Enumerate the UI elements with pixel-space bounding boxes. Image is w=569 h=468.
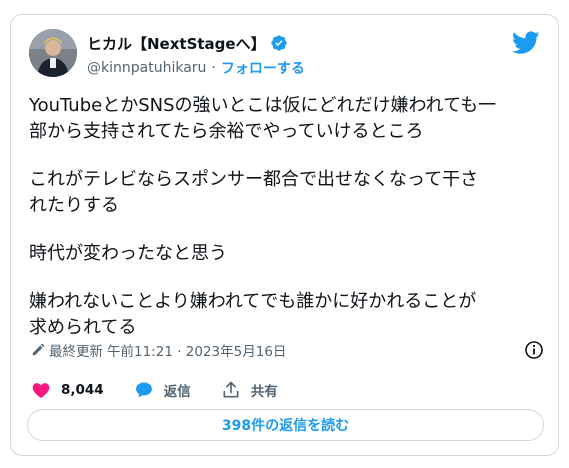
like-count: 8,044 [61, 382, 104, 398]
edit-pencil-icon [32, 343, 45, 356]
author-handle[interactable]: @kinnpatuhikaru [87, 60, 206, 76]
tweet-line: YouTubeとかSNSの強いとこは仮にどれだけ嫌われても一 [29, 95, 497, 116]
tweet-paragraph: 嫌われないことより嫌われてでも誰かに好かれることが 求められてる [29, 289, 542, 341]
info-icon[interactable] [524, 340, 544, 360]
share-icon [223, 381, 239, 398]
author-names: ヒカル【NextStageへ】 @kinnpatuhikaru · フォローする [87, 32, 305, 78]
tweet-line: これがテレビならスポンサー都合で出せなくなって干さ [29, 169, 479, 190]
reply-label: 返信 [163, 384, 191, 400]
tweet-text: YouTubeとかSNSの強いとこは仮にどれだけ嫌われても一 部から支持されてた… [29, 93, 542, 363]
tweet-line: れたりする [29, 195, 119, 216]
tweet-line: 時代が変わったなと思う [29, 243, 227, 264]
heart-icon [32, 383, 50, 398]
tweet-line: 部から支持されてたら余裕でやっていけるところ [29, 121, 424, 142]
reply-bubble-icon [135, 382, 152, 398]
tweet-paragraph: これがテレビならスポンサー都合で出せなくなって干さ れたりする [29, 167, 542, 219]
read-replies-button[interactable]: 398件の返信を読む [27, 409, 544, 441]
like-action[interactable]: 8,044 [31, 380, 104, 400]
tweet-meta: 最終更新 午前11:21 · 2023年5月16日 [31, 339, 544, 361]
tweet-line: 嫌われないことより嫌われてでも誰かに好かれることが [29, 291, 477, 312]
tweet-line: 求められてる [29, 317, 137, 338]
tweet-card[interactable]: ヒカル【NextStageへ】 @kinnpatuhikaru · フォローする… [10, 14, 559, 456]
tweet-paragraph: YouTubeとかSNSの強いとこは仮にどれだけ嫌われても一 部から支持されてた… [29, 93, 542, 145]
tweet-paragraph: 時代が変わったなと思う [29, 241, 542, 267]
tweet-actions: 8,044 返信 共有 [31, 379, 544, 401]
author-display-name[interactable]: ヒカル【NextStageへ】 [87, 33, 266, 54]
follow-button[interactable]: フォローする [221, 58, 305, 78]
handle-separator: · [211, 60, 216, 76]
reply-action[interactable]: 返信 [134, 380, 191, 400]
share-action[interactable]: 共有 [221, 380, 278, 400]
edited-label[interactable]: 最終更新 [49, 340, 103, 360]
author-avatar[interactable] [29, 29, 77, 77]
twitter-bird-icon[interactable] [512, 31, 540, 55]
verified-badge-icon [270, 35, 287, 51]
tweet-timestamp[interactable]: 午前11:21 · 2023年5月16日 [107, 340, 286, 360]
share-label: 共有 [250, 384, 278, 400]
tweet-header: ヒカル【NextStageへ】 @kinnpatuhikaru · フォローする [29, 29, 544, 81]
